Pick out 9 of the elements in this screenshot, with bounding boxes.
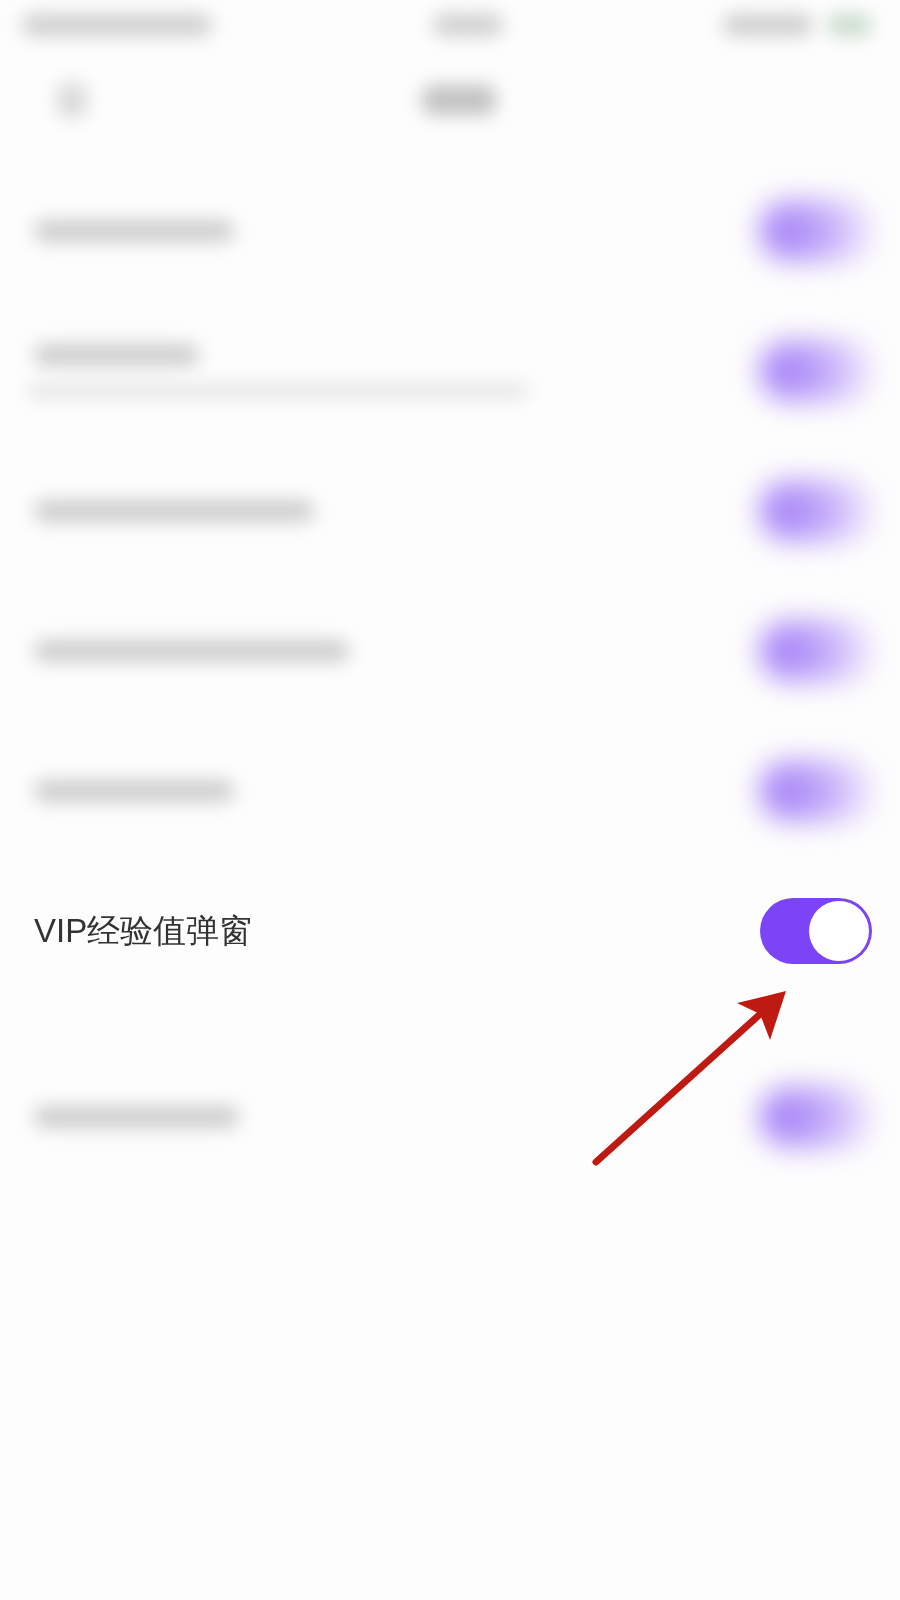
blurred-toggle[interactable] [760,201,872,261]
blurred-toggle[interactable] [760,1087,872,1147]
blurred-toggle[interactable] [760,341,872,401]
blurred-toggle[interactable] [760,761,872,821]
blurred-toggle[interactable] [760,621,872,681]
blurred-toggle[interactable] [760,481,872,541]
blurred-status-center [432,14,503,36]
blurred-battery-icon [827,14,872,36]
setting-label: VIP经验值弹窗 [34,910,253,951]
